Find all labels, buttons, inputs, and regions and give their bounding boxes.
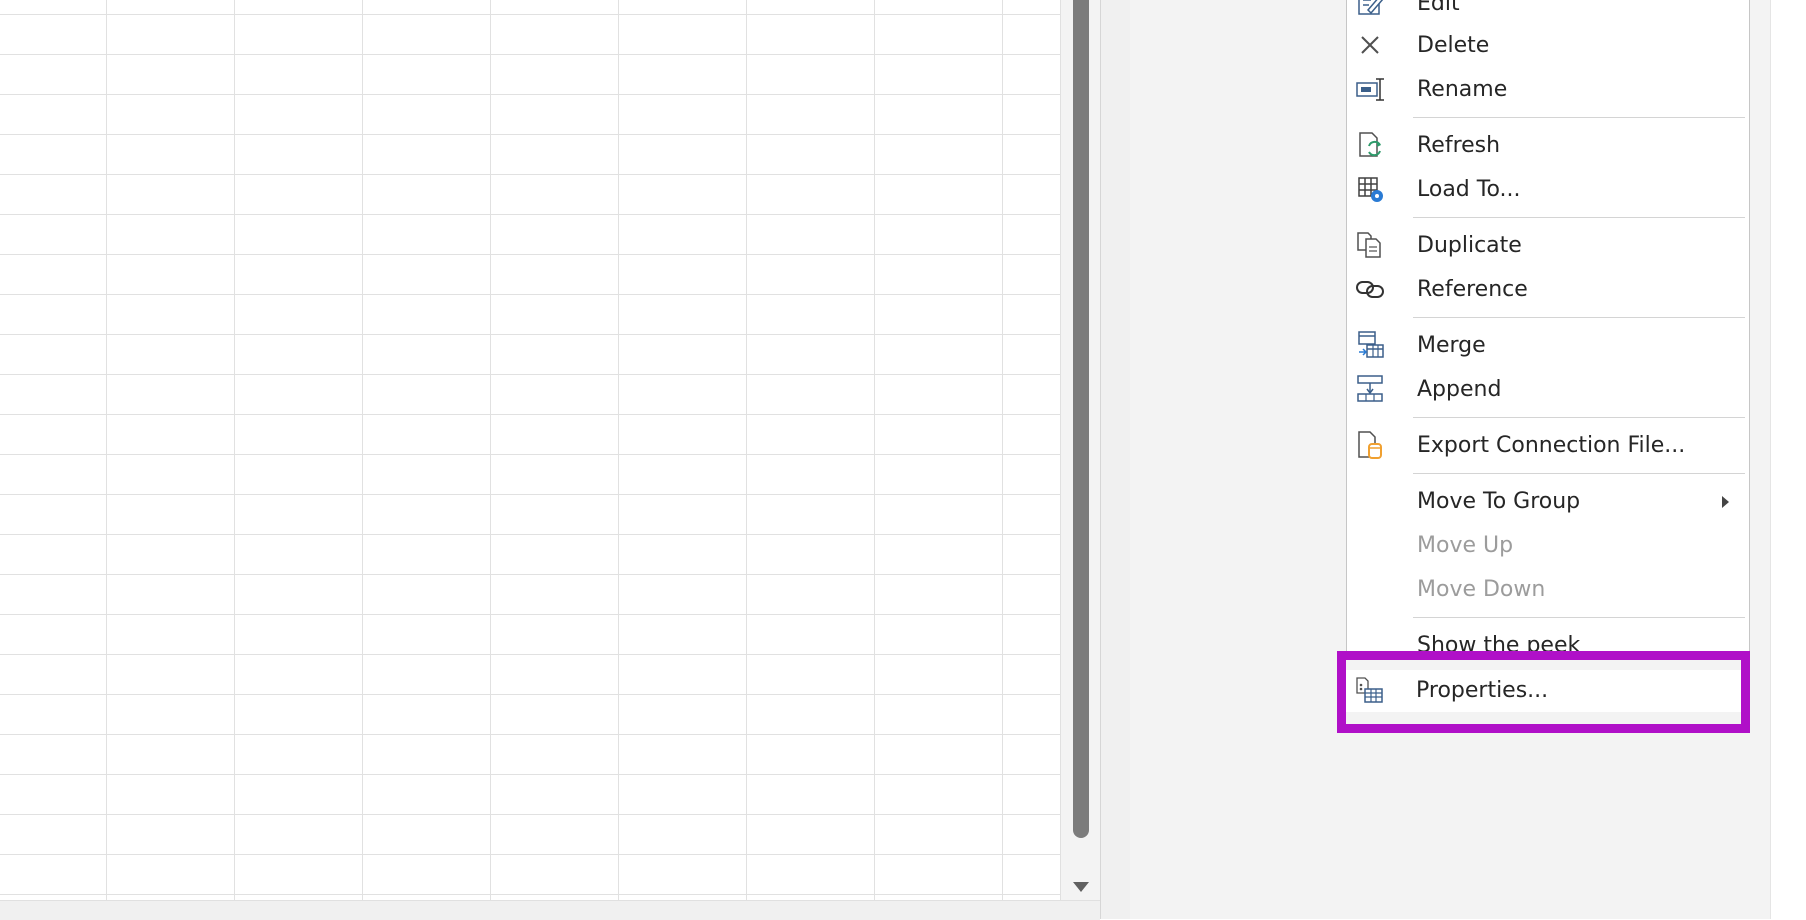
menu-item-label: Reference	[1417, 277, 1528, 302]
menu-item-delete[interactable]: Delete	[1347, 25, 1749, 67]
menu-item-properties[interactable]: Properties...	[1346, 670, 1741, 712]
menu-item-label: Export Connection File...	[1417, 433, 1686, 458]
menu-separator	[1413, 417, 1745, 418]
pane-divider[interactable]	[1100, 0, 1131, 919]
menu-item-move-down: Move Down	[1347, 569, 1749, 611]
pane-right-edge	[1770, 0, 1806, 919]
refresh-icon	[1355, 130, 1385, 160]
worksheet-grid[interactable]	[0, 0, 1060, 900]
highlight-box: Properties...	[1337, 651, 1750, 733]
vertical-scrollbar[interactable]	[1060, 0, 1101, 900]
menu-item-label: Duplicate	[1417, 233, 1522, 258]
horizontal-scroll-strip	[0, 900, 1100, 920]
menu-item-duplicate[interactable]: Duplicate	[1347, 225, 1749, 267]
menu-separator	[1413, 217, 1745, 218]
menu-item-label: Append	[1417, 377, 1502, 402]
load-to-icon	[1355, 174, 1385, 204]
menu-separator	[1413, 117, 1745, 118]
submenu-arrow-icon	[1722, 496, 1729, 508]
append-icon	[1355, 374, 1385, 404]
menu-item-label: Move Down	[1417, 577, 1546, 602]
menu-item-rename[interactable]: Rename	[1347, 69, 1749, 111]
edit-icon	[1355, 0, 1385, 18]
menu-item-label: Refresh	[1417, 133, 1501, 158]
menu-item-label: Move To Group	[1417, 489, 1581, 514]
menu-item-merge[interactable]: Merge	[1347, 325, 1749, 367]
menu-separator	[1413, 617, 1745, 618]
menu-item-edit[interactable]: Edit	[1347, 0, 1749, 25]
rename-icon	[1355, 74, 1385, 104]
menu-item-label: Load To...	[1417, 177, 1521, 202]
menu-item-reference[interactable]: Reference	[1347, 269, 1749, 311]
menu-item-label: Merge	[1417, 333, 1486, 358]
menu-item-refresh[interactable]: Refresh	[1347, 125, 1749, 167]
merge-icon	[1355, 330, 1385, 360]
query-context-menu: Edit Delete Rename Refresh Load To... Du…	[1346, 0, 1750, 659]
menu-item-label: Rename	[1417, 77, 1508, 102]
menu-item-label: Properties...	[1416, 678, 1549, 703]
menu-item-move-up: Move Up	[1347, 525, 1749, 567]
menu-separator	[1413, 473, 1745, 474]
menu-item-export-connection-file[interactable]: Export Connection File...	[1347, 425, 1749, 467]
scrollbar-thumb[interactable]	[1073, 0, 1089, 838]
menu-separator	[1413, 317, 1745, 318]
delete-x-icon	[1355, 30, 1385, 60]
menu-item-move-to-group[interactable]: Move To Group	[1347, 481, 1749, 523]
menu-item-append[interactable]: Append	[1347, 369, 1749, 411]
duplicate-icon	[1355, 230, 1385, 260]
scroll-down-arrow-icon[interactable]	[1073, 882, 1089, 892]
menu-item-label: Move Up	[1417, 533, 1514, 558]
export-connection-icon	[1355, 430, 1385, 460]
properties-icon	[1354, 675, 1384, 705]
menu-item-label: Edit	[1417, 0, 1460, 16]
menu-item-label: Delete	[1417, 33, 1490, 58]
menu-item-load-to[interactable]: Load To...	[1347, 169, 1749, 211]
reference-icon	[1355, 274, 1385, 304]
